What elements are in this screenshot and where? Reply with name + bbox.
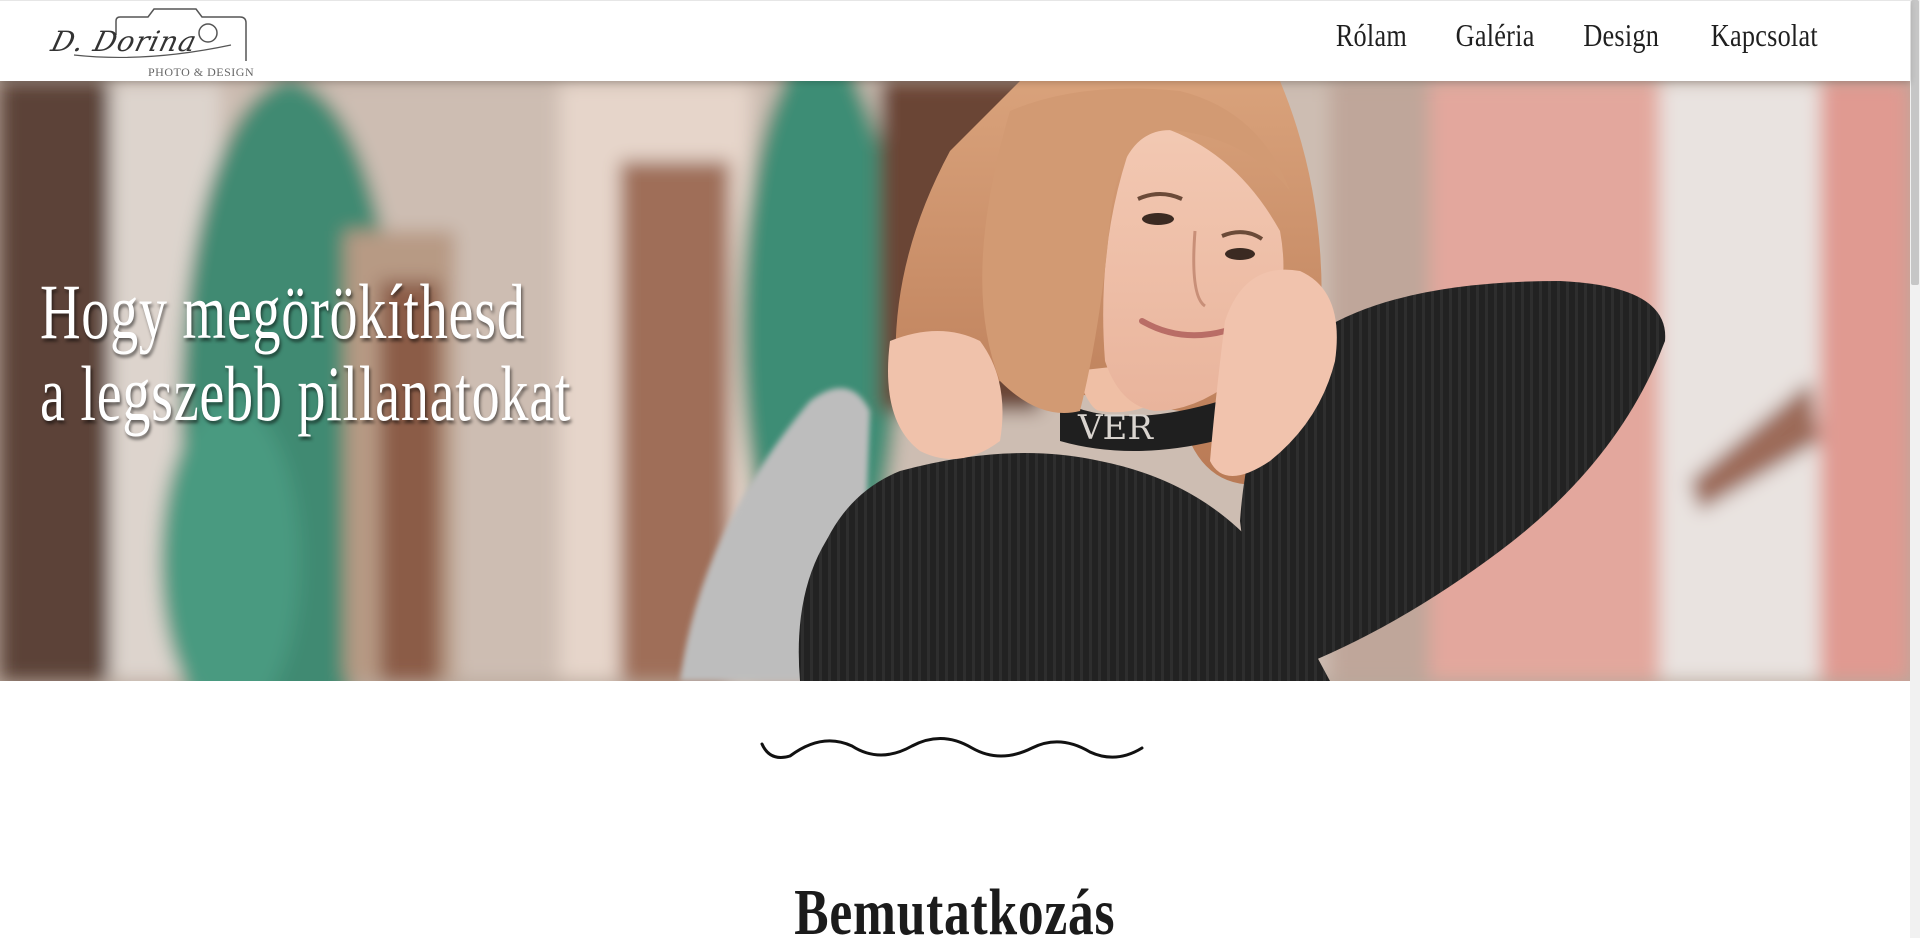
hero-banner: VER Hogy megörökíthesd a legszebb pillan…: [0, 81, 1910, 681]
section-title: Bemutatkozás: [0, 875, 1910, 938]
nav-link-kapcsolat[interactable]: Kapcsolat: [1711, 17, 1818, 54]
hero-headline-line-2: a legszebb pillanatokat: [40, 350, 572, 437]
logo-script-text: D. Dorina: [47, 25, 201, 58]
scrollbar-thumb[interactable]: [1911, 0, 1919, 285]
nav-link-galeria[interactable]: Galéria: [1455, 17, 1534, 54]
main-nav: Rólam Galéria Design Kapcsolat: [1328, 17, 1830, 54]
nav-link-design[interactable]: Design: [1583, 17, 1659, 54]
section-title-text: Bemutatkozás: [794, 875, 1116, 938]
site-logo[interactable]: D. Dorina PHOTO & DESIGN: [46, 3, 256, 81]
logo-subtitle: PHOTO & DESIGN: [148, 65, 255, 79]
sweater-print-text: VER: [1077, 408, 1154, 448]
site-header: D. Dorina PHOTO & DESIGN Rólam Galéria D…: [0, 0, 1910, 81]
hero-headline-line-1: Hogy megörökíthesd: [40, 268, 526, 355]
hero-headline: Hogy megörökíthesd a legszebb pillanatok…: [40, 271, 571, 435]
wave-divider-icon: [760, 736, 1144, 759]
page: D. Dorina PHOTO & DESIGN Rólam Galéria D…: [0, 0, 1920, 938]
nav-link-rolam[interactable]: Rólam: [1336, 17, 1407, 54]
vertical-scrollbar[interactable]: [1910, 0, 1920, 938]
